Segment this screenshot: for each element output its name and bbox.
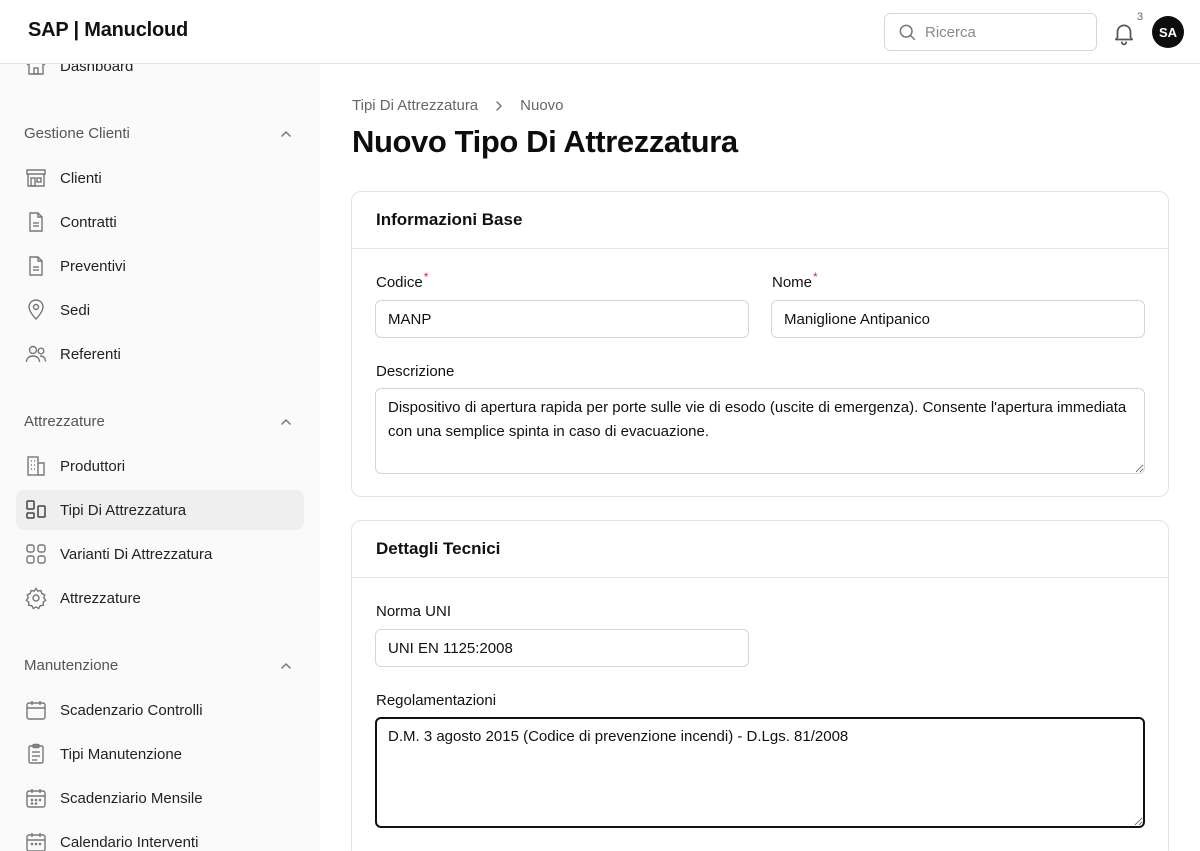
user-avatar[interactable]: SA bbox=[1152, 16, 1184, 48]
notification-count: 3 bbox=[1137, 11, 1144, 23]
grid-icon bbox=[26, 544, 46, 564]
chevron-up-icon[interactable] bbox=[278, 658, 294, 674]
regolamentazioni-textarea[interactable]: D.M. 3 agosto 2015 (Codice di prevenzion… bbox=[375, 717, 1145, 828]
bell-icon[interactable] bbox=[1111, 20, 1137, 46]
sidebar-item-label: Clienti bbox=[60, 169, 102, 187]
sidebar-item-label: Attrezzature bbox=[60, 589, 141, 607]
top-bar: SAP | Manucloud 3 SA bbox=[0, 0, 1200, 64]
clipboard-icon bbox=[28, 743, 44, 764]
sidebar-item-tipi-di-attrezzatura[interactable]: Tipi Di Attrezzatura bbox=[16, 490, 304, 530]
map-pin-icon bbox=[28, 299, 44, 320]
home-icon bbox=[26, 64, 46, 75]
regolamentazioni-label: Regolamentazioni bbox=[376, 692, 497, 709]
sidebar-item-label: Scadenzario Controlli bbox=[60, 701, 203, 719]
card-title: Dettagli Tecnici bbox=[352, 521, 1168, 578]
sidebar-item-preventivi[interactable]: Preventivi bbox=[16, 246, 304, 286]
nome-label: Nome* bbox=[772, 270, 818, 291]
brand-logo[interactable]: SAP | Manucloud bbox=[28, 19, 188, 42]
sidebar-item-label: Tipi Manutenzione bbox=[60, 745, 183, 763]
codice-input[interactable] bbox=[375, 300, 749, 338]
calendar-icon bbox=[26, 701, 46, 720]
sidebar-item-varianti-di-attrezzatura[interactable]: Varianti Di Attrezzatura bbox=[16, 534, 304, 574]
sidebar-item-label: Contratti bbox=[60, 213, 117, 231]
users-icon bbox=[25, 345, 47, 363]
descrizione-label: Descrizione bbox=[376, 363, 455, 380]
required-mark: * bbox=[423, 270, 429, 284]
card-informazioni-base: Informazioni Base Codice* Nome* Descrizi… bbox=[351, 191, 1169, 497]
sidebar-item-label: Preventivi bbox=[60, 257, 126, 275]
card-dettagli-tecnici: Dettagli Tecnici Norma UNI Regolamentazi… bbox=[351, 520, 1169, 851]
calendar-grid-icon bbox=[26, 789, 46, 808]
document-icon bbox=[29, 256, 43, 276]
sidebar-item-scadenziario-mensile[interactable]: Scadenziario Mensile bbox=[16, 778, 304, 818]
layout-icon bbox=[26, 500, 46, 519]
sidebar-item-referenti[interactable]: Referenti bbox=[16, 334, 304, 374]
calendar-grid-icon bbox=[26, 833, 46, 851]
norma-uni-input[interactable] bbox=[375, 629, 749, 667]
sidebar-item-scadenzario-controlli[interactable]: Scadenzario Controlli bbox=[16, 690, 304, 730]
sidebar: Dashboard Gestione Clienti Clienti Contr… bbox=[0, 64, 320, 851]
descrizione-textarea[interactable]: Dispositivo di apertura rapida per porte… bbox=[375, 388, 1145, 474]
sidebar-item-label: Sedi bbox=[60, 301, 91, 319]
gear-icon bbox=[25, 587, 47, 610]
sidebar-item-tipi-manutenzione[interactable]: Tipi Manutenzione bbox=[16, 734, 304, 774]
building-icon bbox=[27, 456, 45, 476]
nome-input[interactable] bbox=[771, 300, 1145, 338]
sidebar-item-label: Dashboard bbox=[60, 64, 134, 75]
sidebar-item-label: Calendario Interventi bbox=[60, 833, 199, 851]
chevron-up-icon[interactable] bbox=[278, 414, 294, 430]
search-box[interactable] bbox=[884, 13, 1097, 51]
document-icon bbox=[29, 212, 43, 232]
sidebar-item-calendario-interventi[interactable]: Calendario Interventi bbox=[16, 822, 304, 851]
section-title-attrezzature[interactable]: Attrezzature bbox=[24, 413, 105, 430]
codice-label: Codice* bbox=[376, 270, 429, 291]
norma-uni-label: Norma UNI bbox=[376, 603, 452, 620]
sidebar-item-sedi[interactable]: Sedi bbox=[16, 290, 304, 330]
section-title-manutenzione[interactable]: Manutenzione bbox=[24, 657, 118, 674]
card-title: Informazioni Base bbox=[352, 192, 1168, 249]
sidebar-item-contratti[interactable]: Contratti bbox=[16, 202, 304, 242]
sidebar-item-label: Referenti bbox=[60, 345, 121, 363]
sidebar-item-dashboard[interactable]: Dashboard bbox=[16, 64, 304, 86]
sidebar-item-label: Varianti Di Attrezzatura bbox=[60, 545, 213, 563]
breadcrumb: Tipi Di Attrezzatura Nuovo bbox=[352, 97, 564, 114]
search-input[interactable] bbox=[925, 23, 1085, 41]
sidebar-item-attrezzature[interactable]: Attrezzature bbox=[16, 578, 304, 618]
page-title: Nuovo Tipo Di Attrezzatura bbox=[352, 124, 738, 159]
sidebar-item-produttori[interactable]: Produttori bbox=[16, 446, 304, 486]
sidebar-item-clienti[interactable]: Clienti bbox=[16, 158, 304, 198]
sidebar-item-label: Produttori bbox=[60, 457, 126, 475]
sidebar-item-label: Tipi Di Attrezzatura bbox=[60, 501, 187, 519]
required-mark: * bbox=[813, 270, 818, 284]
chevron-right-icon bbox=[496, 100, 502, 111]
chevron-up-icon[interactable] bbox=[278, 126, 294, 142]
breadcrumb-link-tipi[interactable]: Tipi Di Attrezzatura bbox=[352, 97, 478, 114]
sidebar-item-label: Scadenziario Mensile bbox=[60, 789, 203, 807]
search-icon bbox=[899, 24, 916, 41]
breadcrumb-current: Nuovo bbox=[520, 97, 564, 114]
section-title-gestione-clienti[interactable]: Gestione Clienti bbox=[24, 125, 130, 142]
store-icon bbox=[26, 169, 46, 187]
